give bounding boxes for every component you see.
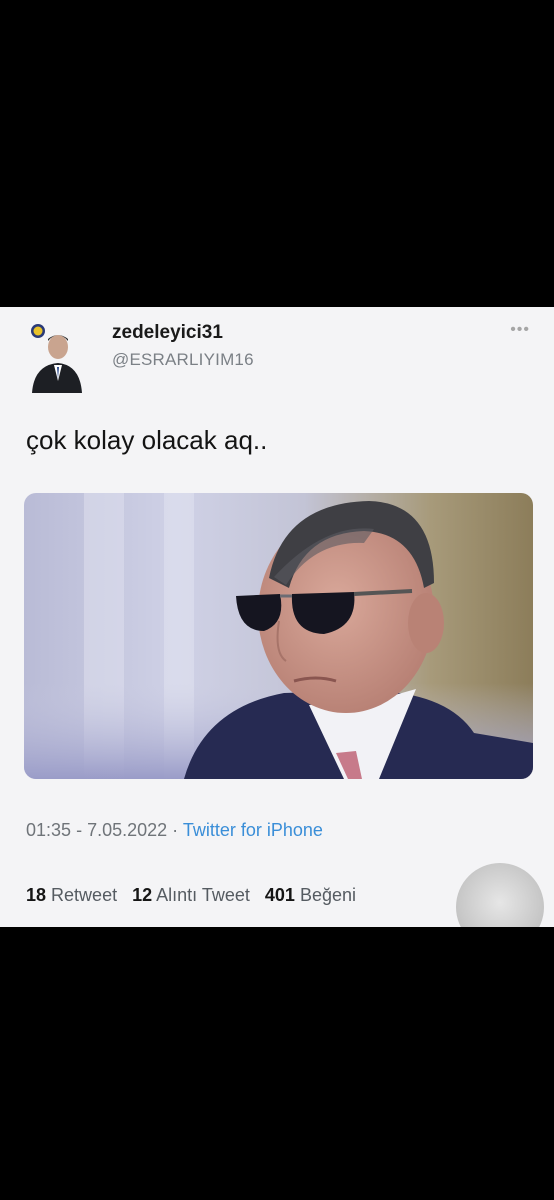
more-dots-icon[interactable]: ••• bbox=[510, 321, 530, 339]
tweet-photo[interactable] bbox=[24, 493, 533, 779]
tweet-card: zedeleyici31 @ESRARLIYIM16 ••• çok kolay… bbox=[0, 307, 554, 927]
quote-stat[interactable]: 12 Alıntı Tweet bbox=[132, 885, 255, 905]
like-stat[interactable]: 401 Beğeni bbox=[265, 885, 356, 905]
quote-count: 12 bbox=[132, 885, 153, 905]
avatar[interactable] bbox=[28, 321, 84, 393]
like-count: 401 bbox=[264, 885, 295, 905]
tweet-source-link[interactable]: Twitter for iPhone bbox=[183, 820, 323, 840]
quote-label: Alıntı Tweet bbox=[156, 885, 250, 905]
retweet-stat[interactable]: 18 Retweet bbox=[26, 885, 122, 905]
retweet-label: Retweet bbox=[51, 885, 118, 905]
user-handle[interactable]: @ESRARLIYIM16 bbox=[112, 350, 254, 370]
tweet-timestamp: 01:35 - 7.05.2022 · Twitter for iPhone bbox=[26, 820, 323, 841]
tweet-stats: 18 Retweet 12 Alıntı Tweet 401 Beğeni bbox=[26, 885, 366, 906]
meta-separator: · bbox=[172, 820, 179, 840]
tweet-text: çok kolay olacak aq.. bbox=[26, 425, 268, 455]
retweet-count: 18 bbox=[26, 885, 47, 905]
like-label: Beğeni bbox=[299, 885, 357, 905]
meta-separator: - bbox=[76, 820, 83, 840]
tweet-date[interactable]: 7.05.2022 bbox=[87, 820, 167, 840]
tweet-time[interactable]: 01:35 bbox=[26, 820, 71, 840]
floating-action-button[interactable] bbox=[456, 863, 544, 927]
display-name[interactable]: zedeleyici31 bbox=[112, 322, 223, 344]
